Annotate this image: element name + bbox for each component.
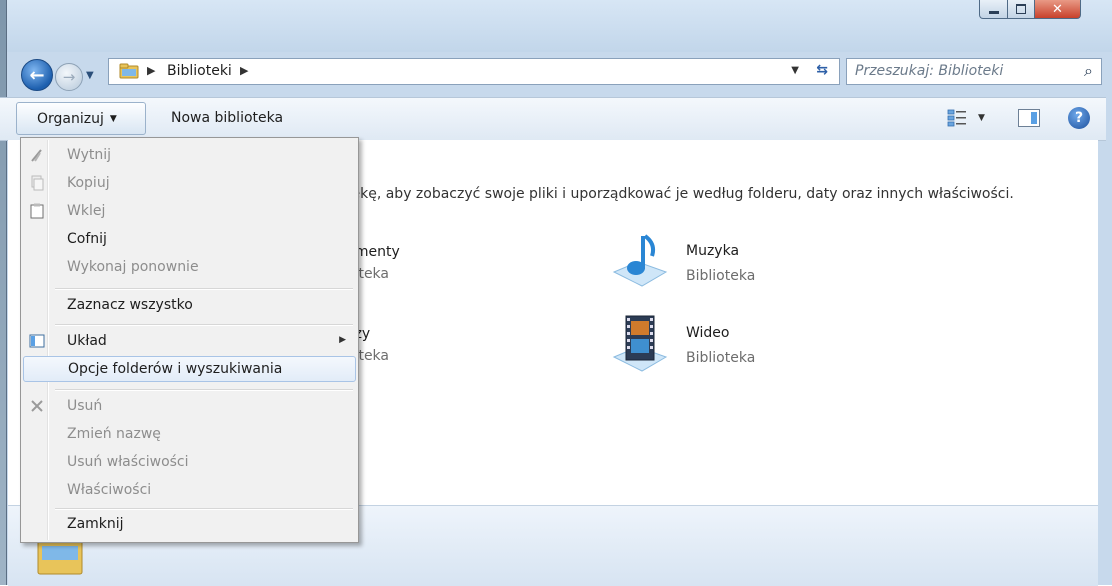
layout-icon — [29, 334, 45, 348]
search-box[interactable]: Przeszukaj: Biblioteki ⌕ — [846, 58, 1102, 85]
menu-item-layout[interactable]: Układ ▶ — [23, 329, 356, 355]
minimize-icon — [988, 10, 999, 14]
menu-separator — [55, 324, 353, 326]
library-name: Wideo — [686, 325, 730, 341]
close-icon: ✕ — [1052, 1, 1063, 17]
recent-pages-dropdown[interactable]: ▼ — [86, 70, 96, 81]
scissors-icon — [31, 149, 42, 162]
menu-item-label: Właściwości — [67, 482, 152, 498]
menu-item-select-all[interactable]: Zaznacz wszystko — [23, 293, 356, 319]
menu-item-label: Układ — [67, 333, 107, 349]
chevron-down-icon: ▼ — [109, 113, 117, 124]
address-dropdown-icon[interactable]: ▼ — [791, 65, 799, 76]
close-button[interactable]: ✕ — [1034, 0, 1081, 19]
organize-label: Organizuj — [37, 110, 104, 127]
menu-item-label: Zmień nazwę — [67, 426, 161, 442]
library-item-music[interactable]: Muzyka Biblioteka — [612, 232, 812, 292]
command-bar: Organizuj ▼ Nowa biblioteka ▼ ? — [0, 97, 1106, 141]
menu-item-cut[interactable]: Wytnij — [23, 143, 356, 169]
libraries-folder-icon — [119, 63, 139, 79]
libraries-info-text: tekę, aby zobaczyć swoje pliki i uporząd… — [346, 186, 1014, 202]
forward-button[interactable]: → — [55, 63, 83, 91]
library-type: Biblioteka — [686, 268, 756, 284]
delete-icon — [31, 400, 43, 412]
help-icon[interactable]: ? — [1068, 107, 1090, 129]
change-view-icon[interactable] — [946, 107, 970, 129]
organize-button[interactable]: Organizuj ▼ — [16, 102, 146, 135]
video-library-icon — [612, 315, 668, 372]
breadcrumb-libraries[interactable]: Biblioteki — [167, 63, 232, 79]
maximize-icon — [1016, 4, 1026, 14]
menu-item-label: Usuń właściwości — [67, 454, 189, 470]
breadcrumb-separator-icon[interactable]: ▶ — [147, 64, 155, 77]
view-options-dropdown-icon[interactable]: ▼ — [978, 113, 985, 123]
menu-item-label: Zaznacz wszystko — [67, 297, 193, 313]
menu-separator — [55, 389, 353, 391]
search-icon[interactable]: ⌕ — [1084, 61, 1093, 81]
organize-menu: Wytnij Kopiuj Wklej Cofnij Wykonaj ponow… — [20, 137, 359, 543]
library-name: Muzyka — [686, 243, 740, 259]
menu-item-redo[interactable]: Wykonaj ponownie — [23, 255, 356, 281]
menu-item-close[interactable]: Zamknij — [23, 512, 356, 538]
music-library-icon — [612, 234, 668, 287]
arrow-left-icon: ← — [29, 64, 45, 86]
breadcrumb-separator-icon[interactable]: ▶ — [240, 64, 248, 77]
menu-item-label: Kopiuj — [67, 175, 110, 191]
menu-item-label: Wytnij — [67, 147, 112, 163]
library-item-video[interactable]: Wideo Biblioteka — [612, 313, 812, 373]
menu-item-properties[interactable]: Właściwości — [23, 478, 356, 504]
new-library-button[interactable]: Nowa biblioteka — [171, 110, 283, 126]
menu-item-paste[interactable]: Wklej — [23, 199, 356, 225]
menu-item-copy[interactable]: Kopiuj — [23, 171, 356, 197]
menu-item-remove-properties[interactable]: Usuń właściwości — [23, 450, 356, 476]
submenu-arrow-icon: ▶ — [339, 335, 346, 345]
menu-item-label: Usuń — [67, 398, 103, 414]
menu-item-undo[interactable]: Cofnij — [23, 227, 356, 253]
minimize-button[interactable] — [979, 0, 1008, 19]
menu-item-label: Wklej — [67, 203, 106, 219]
menu-item-label: Wykonaj ponownie — [67, 259, 199, 275]
back-button[interactable]: ← — [21, 59, 53, 91]
arrow-right-icon: → — [62, 68, 76, 86]
library-type: Biblioteka — [686, 350, 756, 366]
copy-icon — [31, 175, 44, 191]
refresh-icon[interactable]: ⇆ — [816, 62, 828, 78]
menu-item-rename[interactable]: Zmień nazwę — [23, 422, 356, 448]
menu-item-label: Zamknij — [67, 516, 124, 532]
preview-pane-icon[interactable] — [1018, 109, 1040, 127]
search-input[interactable]: Przeszukaj: Biblioteki — [855, 63, 1003, 79]
menu-item-delete[interactable]: Usuń — [23, 394, 356, 420]
paste-icon — [30, 203, 44, 219]
menu-separator — [55, 508, 353, 510]
maximize-button[interactable] — [1007, 0, 1035, 19]
menu-item-label: Opcje folderów i wyszukiwania — [68, 361, 283, 377]
menu-item-folder-options[interactable]: Opcje folderów i wyszukiwania — [23, 356, 356, 382]
menu-item-label: Cofnij — [67, 231, 107, 247]
menu-separator — [55, 288, 353, 290]
address-bar[interactable]: ▶ Biblioteki ▶ ▼ ⇆ — [108, 58, 840, 85]
title-bar[interactable] — [7, 0, 1112, 52]
